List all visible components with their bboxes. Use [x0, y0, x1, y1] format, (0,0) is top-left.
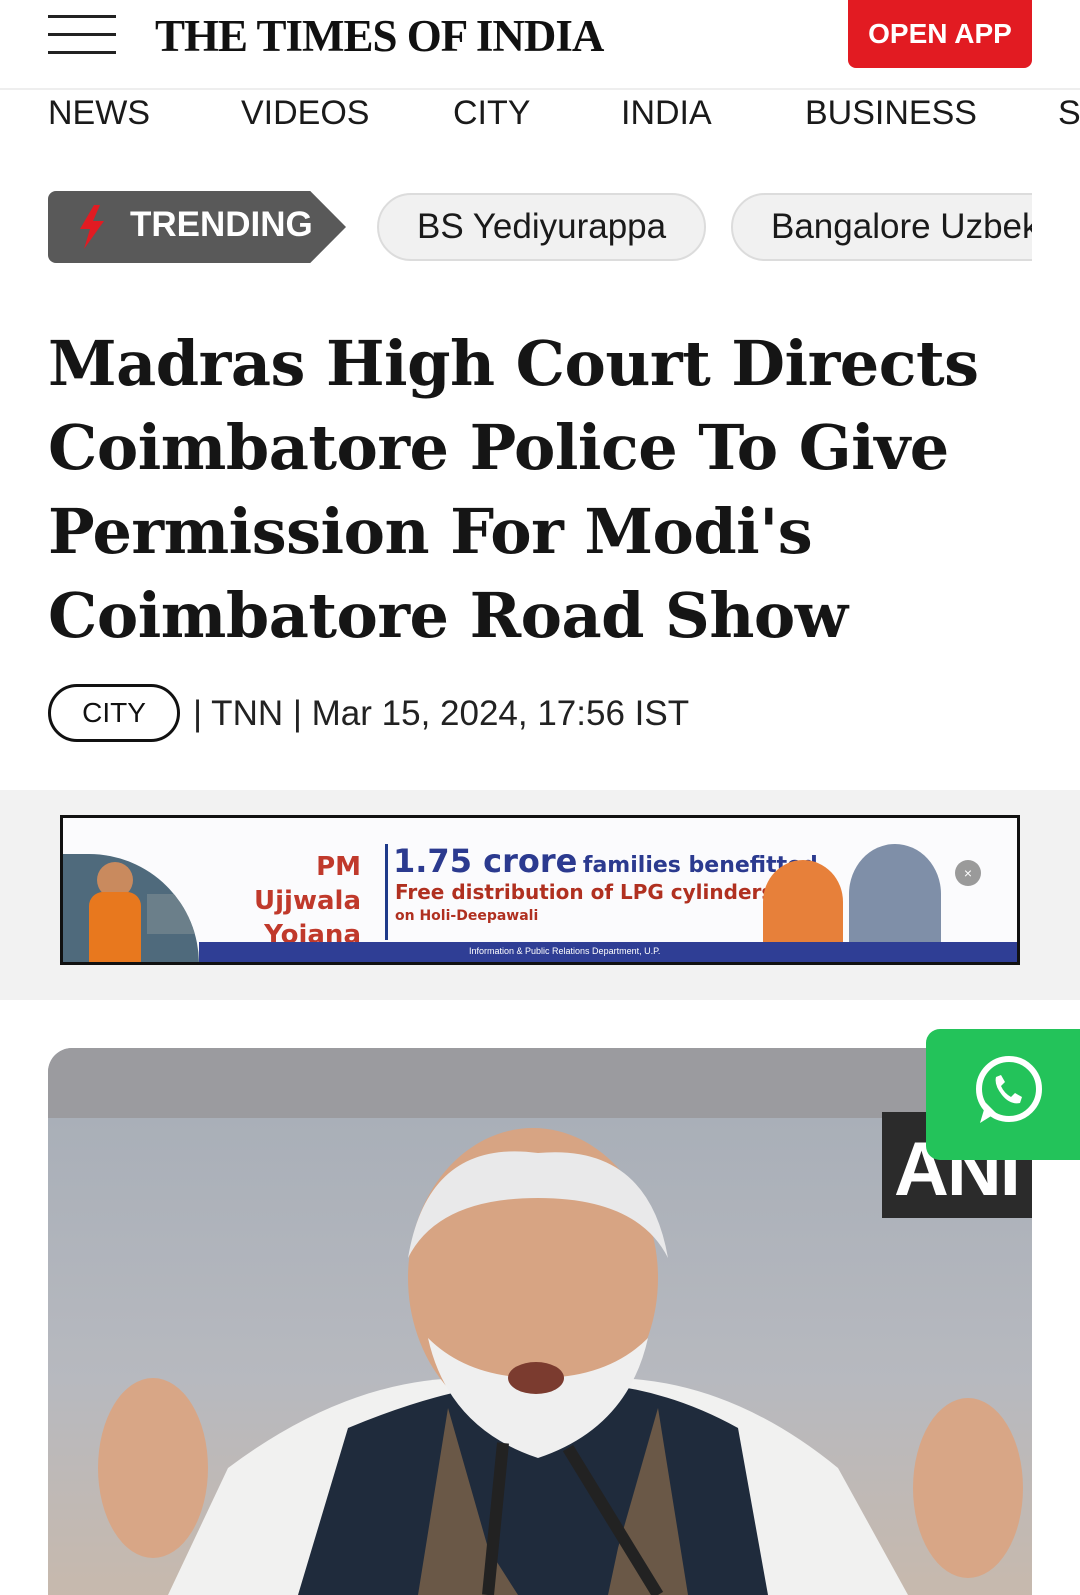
section-nav: NEWS VIDEOS CITY INDIA BUSINESS S	[0, 92, 1080, 144]
trending-label: TRENDING	[130, 205, 313, 244]
ad-divider	[385, 844, 388, 940]
nav-item-india[interactable]: INDIA	[621, 94, 712, 133]
site-logo[interactable]: THE TIMES OF INDIA	[155, 10, 604, 62]
article-headline: Madras High Court Directs Coimbatore Pol…	[48, 327, 979, 652]
top-header: THE TIMES OF INDIA OPEN APP	[0, 0, 1080, 90]
ad-person	[849, 844, 941, 944]
ad-title: PM Ujjwala Yojana	[254, 852, 361, 950]
nav-item-sports[interactable]: S	[1058, 94, 1080, 133]
advertisement-banner[interactable]: PM Ujjwala Yojana 1.75 crore families be…	[60, 815, 1020, 965]
open-app-button[interactable]: OPEN APP	[848, 0, 1032, 68]
whatsapp-share-button[interactable]	[926, 1029, 1080, 1160]
ad-footer-stripe: Information & Public Relations Departmen…	[199, 942, 1017, 962]
trending-topic[interactable]: Bangalore Uzbek	[731, 193, 1032, 261]
ad-container: PM Ujjwala Yojana 1.75 crore families be…	[0, 790, 1080, 1000]
whatsapp-icon	[976, 1056, 1042, 1123]
ad-person	[763, 860, 843, 944]
ad-subline: Free distribution of LPG cylinders	[395, 880, 774, 904]
nav-item-news[interactable]: NEWS	[48, 94, 150, 133]
byline: | TNN | Mar 15, 2024, 17:56 IST	[193, 694, 690, 733]
article-hero-image: ANI	[48, 1048, 1032, 1595]
trending-topic[interactable]: BS Yediyurappa	[377, 193, 707, 261]
menu-icon[interactable]	[48, 15, 116, 55]
nav-item-city[interactable]: CITY	[453, 94, 530, 133]
ad-photo	[63, 854, 199, 962]
trending-badge: TRENDING	[48, 191, 346, 263]
ad-note: on Holi-Deepawali	[395, 908, 539, 924]
nav-item-business[interactable]: BUSINESS	[805, 94, 977, 133]
nav-item-videos[interactable]: VIDEOS	[241, 94, 369, 133]
trending-bar: TRENDING BS Yediyurappa Bangalore Uzbek	[0, 190, 1032, 264]
ad-headline: 1.75 crore families benefitted	[393, 842, 818, 880]
category-tag[interactable]: CITY	[48, 684, 180, 742]
lightning-icon	[80, 205, 104, 249]
ad-close-icon[interactable]: ×	[955, 860, 981, 886]
